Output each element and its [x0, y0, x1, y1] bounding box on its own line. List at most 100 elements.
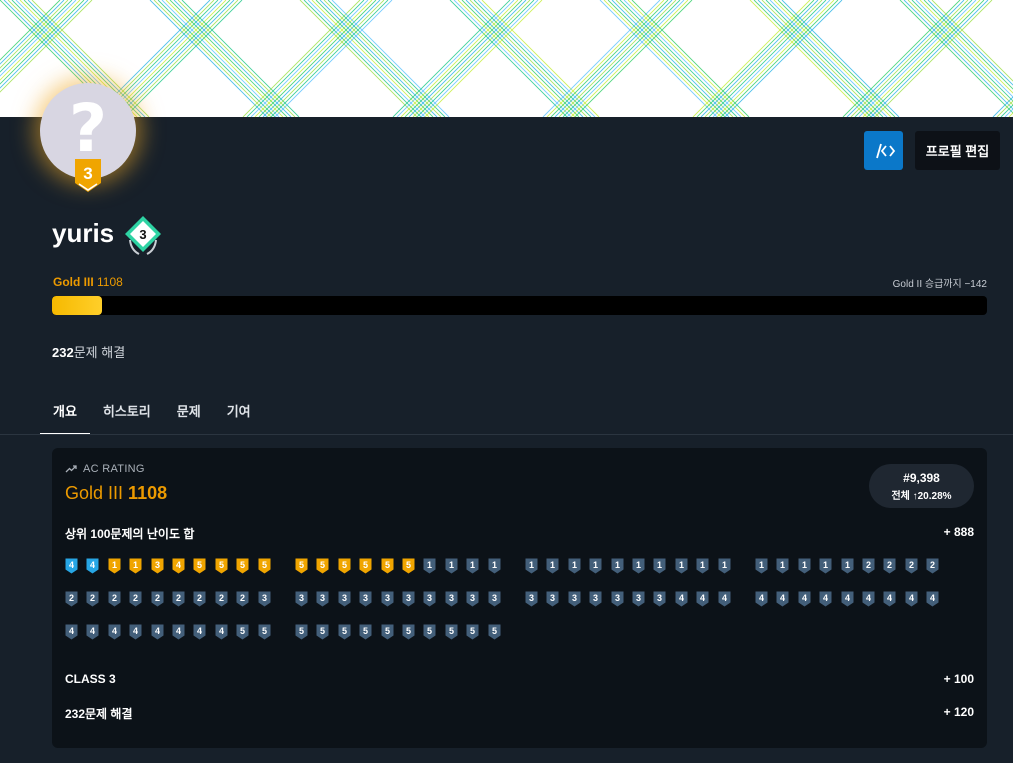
tier-icon[interactable]: 1 [589, 558, 602, 574]
tier-icon[interactable]: 5 [258, 558, 271, 574]
tier-icon[interactable]: 1 [776, 558, 789, 574]
tier-icon[interactable]: 1 [841, 558, 854, 574]
tier-icon[interactable]: 1 [445, 558, 458, 574]
tier-icon[interactable]: 5 [466, 624, 479, 640]
tier-icon[interactable]: 3 [381, 591, 394, 607]
tier-icon[interactable]: 1 [546, 558, 559, 574]
tab-contributions[interactable]: 기여 [214, 395, 264, 435]
tier-icon[interactable]: 1 [129, 558, 142, 574]
tier-icon[interactable]: 1 [611, 558, 624, 574]
tier-icon[interactable]: 3 [402, 591, 415, 607]
tab-history[interactable]: 히스토리 [90, 395, 164, 435]
tier-icon[interactable]: 3 [568, 591, 581, 607]
tier-icon[interactable]: 5 [236, 624, 249, 640]
tier-icon[interactable]: 1 [798, 558, 811, 574]
tier-icon[interactable]: 5 [316, 624, 329, 640]
tier-icon[interactable]: 4 [776, 591, 789, 607]
tier-icon[interactable]: 4 [172, 624, 185, 640]
tier-icon[interactable]: 4 [905, 591, 918, 607]
tier-icon[interactable]: 2 [108, 591, 121, 607]
tier-icon[interactable]: 4 [883, 591, 896, 607]
tier-icon[interactable]: 4 [798, 591, 811, 607]
tier-icon[interactable]: 3 [546, 591, 559, 607]
tier-icon[interactable]: 5 [338, 624, 351, 640]
tier-icon[interactable]: 4 [862, 591, 875, 607]
tier-icon[interactable]: 3 [258, 591, 271, 607]
tier-icon[interactable]: 1 [653, 558, 666, 574]
tier-icon[interactable]: 1 [525, 558, 538, 574]
tier-icon[interactable]: 2 [215, 591, 228, 607]
tier-icon[interactable]: 1 [423, 558, 436, 574]
tier-icon[interactable]: 1 [696, 558, 709, 574]
tier-icon[interactable]: 4 [718, 591, 731, 607]
tier-icon[interactable]: 3 [589, 591, 602, 607]
tab-problems[interactable]: 문제 [164, 395, 214, 435]
tier-icon[interactable]: 3 [423, 591, 436, 607]
tier-icon[interactable]: 4 [151, 624, 164, 640]
tier-icon[interactable]: 3 [445, 591, 458, 607]
tier-icon[interactable]: 2 [172, 591, 185, 607]
tier-icon[interactable]: 2 [905, 558, 918, 574]
tier-icon[interactable]: 3 [653, 591, 666, 607]
tier-icon[interactable]: 1 [488, 558, 501, 574]
tier-icon[interactable]: 1 [632, 558, 645, 574]
tier-icon[interactable]: 2 [151, 591, 164, 607]
tier-icon[interactable]: 4 [675, 591, 688, 607]
tier-icon[interactable]: 5 [338, 558, 351, 574]
tier-icon[interactable]: 5 [295, 624, 308, 640]
tier-icon[interactable]: 5 [236, 558, 249, 574]
tier-icon[interactable]: 2 [193, 591, 206, 607]
tier-icon[interactable]: 3 [466, 591, 479, 607]
rank-badge[interactable]: #9,398 전체 ↑20.28% [869, 464, 974, 508]
tier-icon[interactable]: 2 [926, 558, 939, 574]
tier-icon[interactable]: 2 [883, 558, 896, 574]
tier-icon[interactable]: 1 [568, 558, 581, 574]
tier-icon[interactable]: 5 [359, 558, 372, 574]
tier-icon[interactable]: 5 [381, 624, 394, 640]
tier-icon[interactable]: 3 [295, 591, 308, 607]
tier-icon[interactable]: 5 [193, 558, 206, 574]
tier-icon[interactable]: 4 [86, 624, 99, 640]
tier-icon[interactable]: 4 [841, 591, 854, 607]
tier-icon[interactable]: 4 [65, 558, 78, 574]
avatar[interactable]: ? 3 [40, 83, 136, 192]
tier-icon[interactable]: 3 [151, 558, 164, 574]
tier-icon[interactable]: 1 [466, 558, 479, 574]
tier-icon[interactable]: 5 [295, 558, 308, 574]
tier-icon[interactable]: 3 [525, 591, 538, 607]
tier-icon[interactable]: 5 [488, 624, 501, 640]
tier-icon[interactable]: 2 [236, 591, 249, 607]
tier-icon[interactable]: 5 [402, 624, 415, 640]
tier-icon[interactable]: 4 [755, 591, 768, 607]
tier-icon[interactable]: 1 [718, 558, 731, 574]
tier-icon[interactable]: 5 [258, 624, 271, 640]
tier-icon[interactable]: 3 [632, 591, 645, 607]
tier-icon[interactable]: 5 [359, 624, 372, 640]
tier-icon[interactable]: 4 [65, 624, 78, 640]
tier-icon[interactable]: 4 [172, 558, 185, 574]
tier-icon[interactable]: 4 [819, 591, 832, 607]
tier-icon[interactable]: 4 [215, 624, 228, 640]
tier-icon[interactable]: 4 [86, 558, 99, 574]
tier-icon[interactable]: 4 [108, 624, 121, 640]
tab-overview[interactable]: 개요 [40, 395, 90, 435]
tier-icon[interactable]: 5 [215, 558, 228, 574]
tier-icon[interactable]: 2 [129, 591, 142, 607]
tier-icon[interactable]: 1 [675, 558, 688, 574]
tier-icon[interactable]: 2 [65, 591, 78, 607]
tier-icon[interactable]: 1 [108, 558, 121, 574]
tier-icon[interactable]: 5 [423, 624, 436, 640]
tier-icon[interactable]: 3 [338, 591, 351, 607]
tier-icon[interactable]: 5 [381, 558, 394, 574]
tier-icon[interactable]: 1 [755, 558, 768, 574]
tier-icon[interactable]: 2 [862, 558, 875, 574]
tier-icon[interactable]: 3 [359, 591, 372, 607]
code-button[interactable] [864, 131, 903, 170]
tier-icon[interactable]: 4 [193, 624, 206, 640]
edit-profile-button[interactable]: 프로필 편집 [915, 131, 1000, 170]
tier-icon[interactable]: 2 [86, 591, 99, 607]
tier-icon[interactable]: 3 [316, 591, 329, 607]
tier-icon[interactable]: 4 [129, 624, 142, 640]
tier-icon[interactable]: 5 [316, 558, 329, 574]
tier-icon[interactable]: 1 [819, 558, 832, 574]
